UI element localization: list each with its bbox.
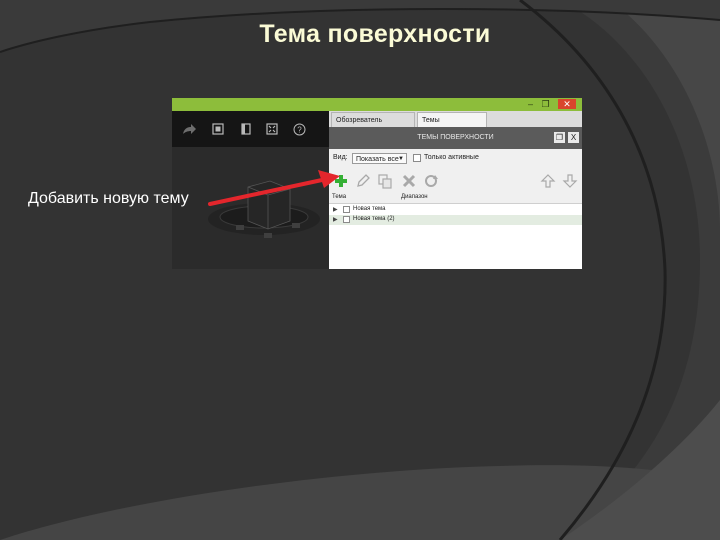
viewport-toolbar: ? (172, 111, 329, 147)
minimize-button[interactable]: – (524, 99, 537, 109)
panel-tabs: Обозреватель моделей Темы поверхности (329, 111, 582, 139)
theme-name: Новая тема (353, 206, 386, 212)
filter-row: Вид: Показать все ▼ Только активные (329, 149, 582, 169)
table-row[interactable]: ▶ Новая тема (329, 205, 582, 215)
tab-model-browser[interactable]: Обозреватель моделей (331, 112, 415, 139)
edit-icon[interactable] (355, 173, 371, 189)
panel-close-button[interactable]: X (568, 132, 579, 143)
help-glyph: ? (297, 126, 302, 135)
tab-surface-themes[interactable]: Темы поверхности (417, 112, 487, 139)
themes-toolbar (329, 169, 582, 193)
slide-title: Тема поверхности (259, 20, 491, 48)
callout-label: Добавить новую тему (28, 190, 189, 207)
close-button[interactable]: ✕ (558, 99, 576, 109)
panel-title: ТЕМЫ ПОВЕРХНОСТИ (329, 127, 582, 149)
app-title-bar: – ❐ ✕ (172, 98, 582, 111)
chevron-down-icon: ▼ (398, 156, 404, 162)
table-row[interactable]: ▶ Новая тема (2) (329, 215, 582, 225)
row-checkbox[interactable] (343, 216, 350, 223)
delete-icon[interactable] (401, 173, 417, 189)
only-active-label: Только активные (424, 154, 479, 161)
only-active-checkbox[interactable] (413, 154, 421, 162)
themes-table: Тема Диапазон ▶ Новая тема ▶ Новая тема … (329, 193, 582, 269)
view-select[interactable]: Показать все ▼ (352, 153, 407, 164)
callout-arrow-icon (208, 170, 340, 206)
column-header-range[interactable]: Диапазон (401, 194, 428, 200)
panel-restore-button[interactable]: ❐ (554, 132, 565, 143)
table-header: Тема Диапазон (329, 193, 582, 204)
expand-arrow-icon[interactable]: ▶ (333, 217, 338, 223)
move-down-icon[interactable] (562, 173, 578, 189)
view-label: Вид: (333, 154, 348, 161)
help-icon[interactable]: ? (293, 123, 306, 138)
view-select-value: Показать все (356, 156, 399, 163)
surface-themes-panel: Обозреватель моделей Темы поверхности ТЕ… (329, 111, 582, 269)
slide-background (0, 0, 720, 540)
copy-icon[interactable] (377, 173, 393, 189)
maximize-button[interactable]: ❐ (539, 99, 552, 109)
move-up-icon[interactable] (540, 173, 556, 189)
fit-view-icon[interactable] (266, 123, 278, 137)
share-icon[interactable] (181, 123, 197, 137)
book-icon[interactable] (240, 123, 252, 137)
theme-name: Новая тема (2) (353, 216, 395, 222)
refresh-icon[interactable] (423, 173, 439, 189)
zoom-window-icon[interactable] (212, 123, 224, 137)
